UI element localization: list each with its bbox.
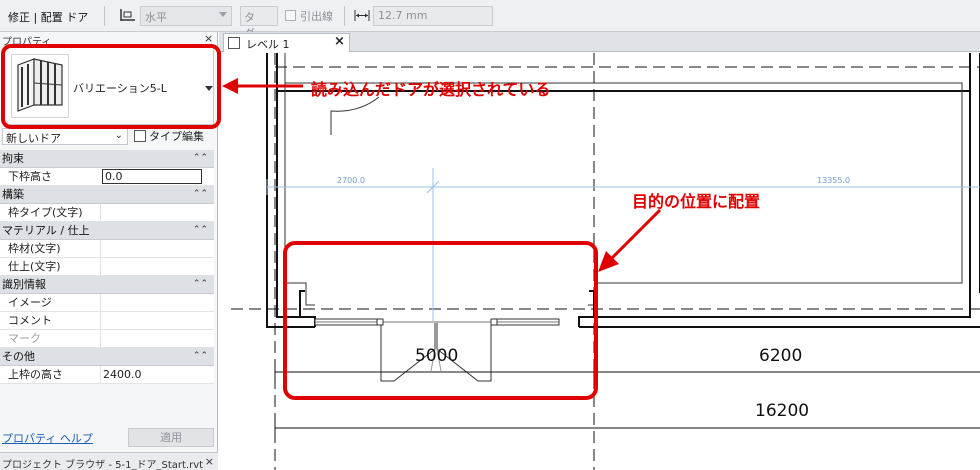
- callout-loaded-door: 読み込んだドアが選択されている: [311, 80, 551, 99]
- temporary-dimension: [266, 168, 980, 321]
- dim-opening[interactable]: 5000: [415, 346, 458, 366]
- property-value: [100, 330, 214, 348]
- callout-place-target: 目的の位置に配置: [632, 192, 761, 211]
- tag-button[interactable]: タグ...: [240, 6, 278, 40]
- properties-panel: プロパティ × バリエーション5-L 新しいドア ⌄ タイプ編集 拘束 ⌃⌃ 下…: [0, 32, 218, 470]
- group-header-constraints[interactable]: 拘束 ⌃⌃: [0, 150, 214, 168]
- view-tab-bar: レベル 1 ×: [219, 32, 980, 52]
- property-value[interactable]: [100, 294, 214, 312]
- divider: [104, 6, 105, 26]
- collapse-icon[interactable]: ⌃⌃: [193, 150, 208, 167]
- group-header-construction[interactable]: 構築 ⌃⌃: [0, 186, 214, 204]
- group-header-materials[interactable]: マテリアル / 仕上 ⌃⌃: [0, 222, 214, 240]
- door-preview-icon: [17, 58, 63, 112]
- dim-right[interactable]: 6200: [759, 346, 802, 366]
- properties-help-link[interactable]: プロパティ ヘルプ: [2, 430, 93, 446]
- dimension-icon: [354, 10, 370, 21]
- type-selector[interactable]: バリエーション5-L: [4, 47, 214, 125]
- close-icon[interactable]: ×: [204, 32, 213, 45]
- floor-plan-icon: [228, 37, 240, 49]
- close-icon[interactable]: ×: [205, 455, 214, 468]
- property-row: 下枠高さ 0.0: [0, 168, 214, 186]
- property-row: 枠材(文字): [0, 240, 214, 258]
- property-row: イメージ: [0, 294, 214, 312]
- chevron-down-icon: ⌄: [114, 130, 123, 141]
- property-row: 上枠の高さ 2400.0: [0, 366, 214, 384]
- leader-length-input[interactable]: 12.7 mm: [373, 6, 493, 26]
- instance-row: 新しいドア ⌄ タイプ編集: [0, 128, 218, 146]
- dim-total[interactable]: 16200: [755, 401, 809, 421]
- property-row: 仕上(文字): [0, 258, 214, 276]
- existing-door-swing: [330, 96, 380, 135]
- instance-filter-select[interactable]: 新しいドア ⌄: [2, 128, 128, 145]
- group-header-identity[interactable]: 識別情報 ⌃⌃: [0, 276, 214, 294]
- property-row: コメント: [0, 312, 214, 330]
- property-value[interactable]: [100, 258, 214, 276]
- options-bar: 修正 | 配置 ドア 水平 タグ... 引出線 12.7 mm: [0, 0, 980, 40]
- chevron-down-icon[interactable]: [205, 86, 213, 91]
- collapse-icon[interactable]: ⌃⌃: [193, 186, 208, 203]
- close-icon[interactable]: ×: [334, 34, 345, 49]
- chevron-down-icon: [219, 12, 227, 17]
- edit-type-button[interactable]: タイプ編集: [134, 128, 204, 144]
- collapse-icon[interactable]: ⌃⌃: [193, 222, 208, 239]
- wall-finish-line: [285, 82, 963, 306]
- orientation-select[interactable]: 水平: [140, 6, 232, 26]
- tab-level-1[interactable]: レベル 1 ×: [223, 33, 350, 52]
- collapse-icon[interactable]: ⌃⌃: [193, 276, 208, 293]
- project-browser-header: プロジェクト ブラウザ - 5-1_ドア_Start.rvt ×: [0, 452, 218, 470]
- sill-height-input[interactable]: 0.0: [102, 169, 202, 184]
- head-height-value[interactable]: 2400.0: [100, 366, 214, 384]
- property-value[interactable]: [100, 312, 214, 330]
- apply-button[interactable]: 適用: [128, 428, 214, 447]
- floor-plan[interactable]: 2700.0 13355.0 5000 6200 16200: [219, 53, 980, 470]
- drawing-canvas[interactable]: 2700.0 13355.0 5000 6200 16200: [219, 53, 980, 470]
- group-header-other[interactable]: その他 ⌃⌃: [0, 348, 214, 366]
- property-row: 枠タイプ(文字): [0, 204, 214, 222]
- grid-lines: [231, 53, 980, 470]
- leader-checkbox[interactable]: [285, 10, 296, 21]
- properties-table: 拘束 ⌃⌃ 下枠高さ 0.0 構築 ⌃⌃ 枠タイプ(文字) マテリアル / 仕上 ⌃⌃ …: [0, 150, 214, 384]
- property-row: マーク: [0, 330, 214, 348]
- door-thumbnail: [11, 54, 69, 118]
- temp-dim-right[interactable]: 13355.0: [817, 176, 850, 185]
- divider: [344, 6, 345, 26]
- type-name: バリエーション5-L: [73, 82, 167, 95]
- temp-dim-left[interactable]: 2700.0: [337, 176, 365, 185]
- leader-label: 引出線: [300, 10, 333, 23]
- property-value[interactable]: [100, 204, 214, 222]
- properties-title: プロパティ: [2, 37, 52, 48]
- edit-type-icon: [134, 130, 146, 142]
- orientation-icon: [120, 9, 135, 21]
- property-value[interactable]: [100, 240, 214, 258]
- collapse-icon[interactable]: ⌃⌃: [193, 348, 208, 365]
- mode-label: 修正 | 配置 ドア: [8, 11, 89, 24]
